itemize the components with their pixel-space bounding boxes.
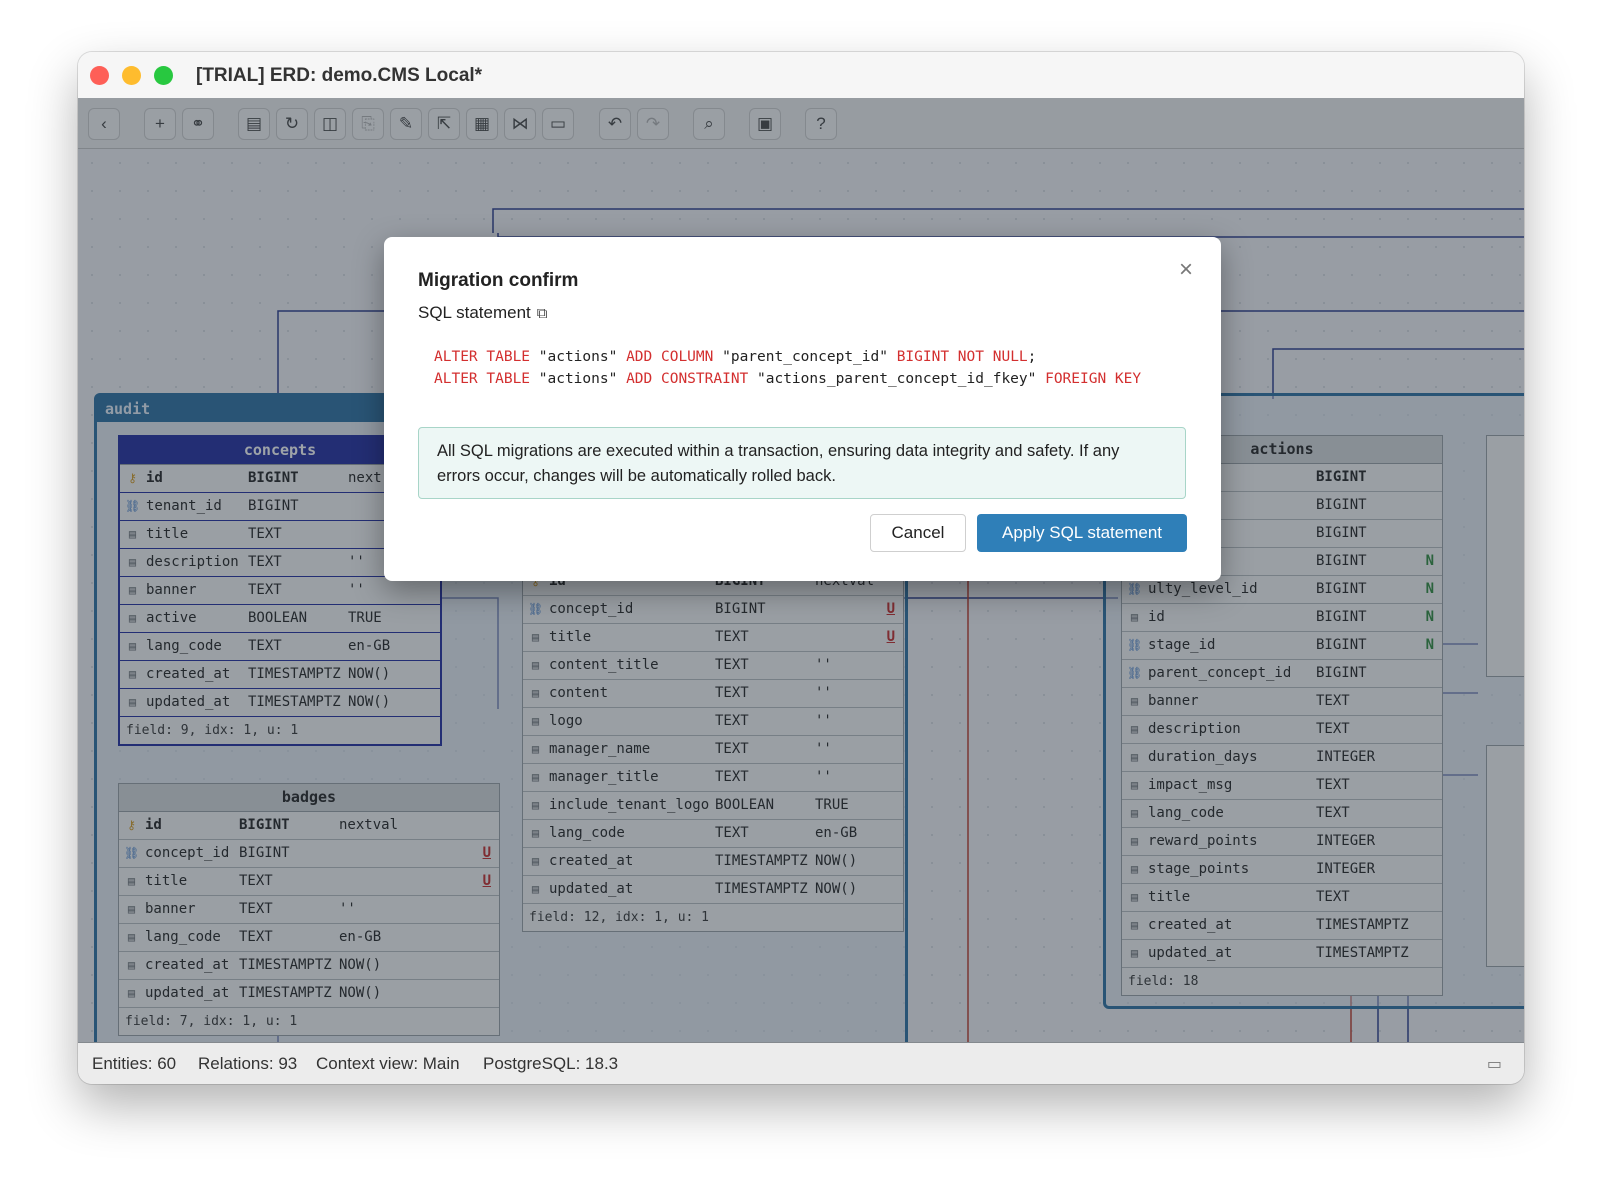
sql-keyword: BIGINT NOT NULL: [896, 349, 1028, 365]
sql-keyword: FOREIGN KEY: [1045, 371, 1142, 387]
transaction-info-box: All SQL migrations are executed within a…: [418, 427, 1186, 499]
status-context[interactable]: Context view: Main: [316, 1054, 460, 1074]
window-title: [TRIAL] ERD: demo.CMS Local*: [196, 65, 483, 86]
cancel-button[interactable]: Cancel: [870, 514, 966, 552]
sql-text: "actions": [530, 349, 627, 365]
sql-statement-text: SQL statement: [418, 303, 531, 322]
status-bar: Entities: 60 Relations: 93 Context view:…: [78, 1042, 1524, 1084]
sql-text: ;: [1027, 349, 1037, 365]
dialog-title: Migration confirm: [418, 270, 579, 291]
sql-keyword: ADD CONSTRAINT: [626, 371, 749, 387]
copy-icon[interactable]: ⧉: [537, 305, 548, 322]
status-db-version: PostgreSQL: 18.3: [483, 1054, 619, 1073]
sql-keyword: ALTER TABLE: [434, 349, 531, 365]
title-bar: [TRIAL] ERD: demo.CMS Local*: [78, 52, 1524, 98]
close-window-button[interactable]: [90, 66, 109, 85]
sql-code-block: ALTER TABLE "actions" ADD COLUMN "parent…: [434, 346, 1141, 390]
monitor-icon[interactable]: ▭: [1487, 1054, 1502, 1074]
apply-sql-button[interactable]: Apply SQL statement: [977, 514, 1187, 552]
status-entities: Entities: 60: [92, 1054, 177, 1073]
sql-text: "actions_parent_concept_id_fkey": [748, 371, 1046, 387]
migration-confirm-dialog: Migration confirm × SQL statement ⧉ ALTER…: [384, 237, 1221, 581]
sql-keyword: ADD COLUMN: [626, 349, 714, 365]
sql-keyword: ALTER TABLE: [434, 371, 531, 387]
sql-text: "actions": [530, 371, 627, 387]
status-relations: Relations: 93: [198, 1054, 298, 1073]
minimize-window-button[interactable]: [122, 66, 141, 85]
sql-statement-label: SQL statement ⧉: [418, 303, 547, 323]
zoom-window-button[interactable]: [154, 66, 173, 85]
sql-text: "parent_concept_id": [713, 349, 897, 365]
close-icon[interactable]: ×: [1173, 257, 1199, 283]
